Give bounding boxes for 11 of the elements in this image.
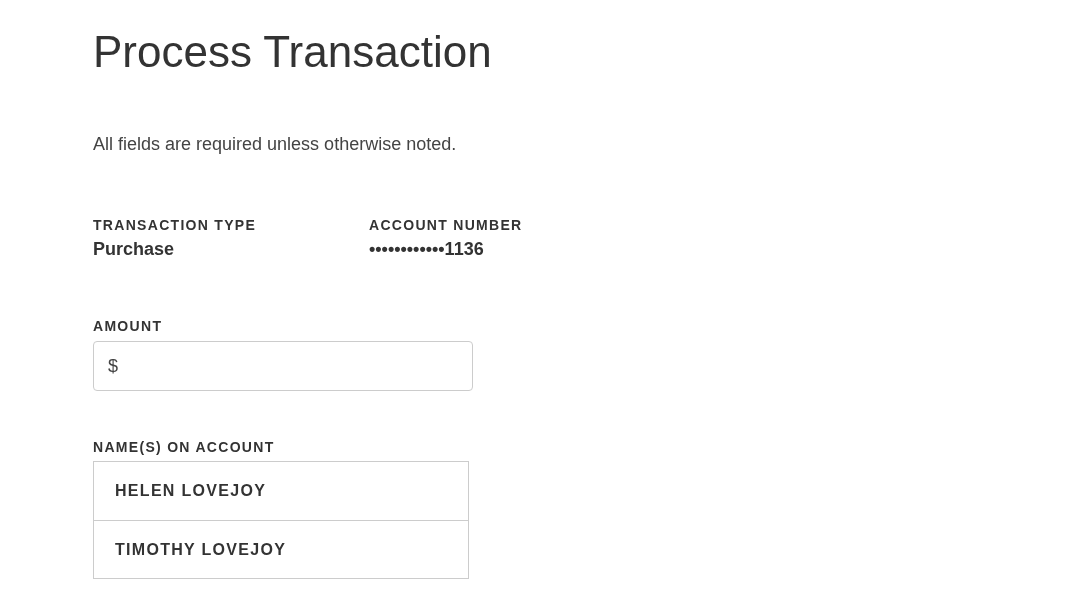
field-label: ACCOUNT NUMBER	[369, 217, 523, 233]
field-label: TRANSACTION TYPE	[93, 217, 257, 233]
name-row-text: HELEN LOVEJOY	[114, 481, 268, 501]
field-value: Purchase	[93, 239, 175, 260]
amount-field[interactable]: $	[93, 341, 473, 391]
field-value: ••••••••••••1136	[369, 239, 484, 260]
name-row: TIMOTHY LOVEJOY	[94, 520, 468, 578]
instructions-text: All fields are required unless otherwise noted.	[93, 134, 457, 155]
field-label: AMOUNT	[93, 318, 163, 334]
field-label: NAME(S) ON ACCOUNT	[93, 439, 275, 455]
page-title: Process Transaction	[93, 27, 492, 77]
